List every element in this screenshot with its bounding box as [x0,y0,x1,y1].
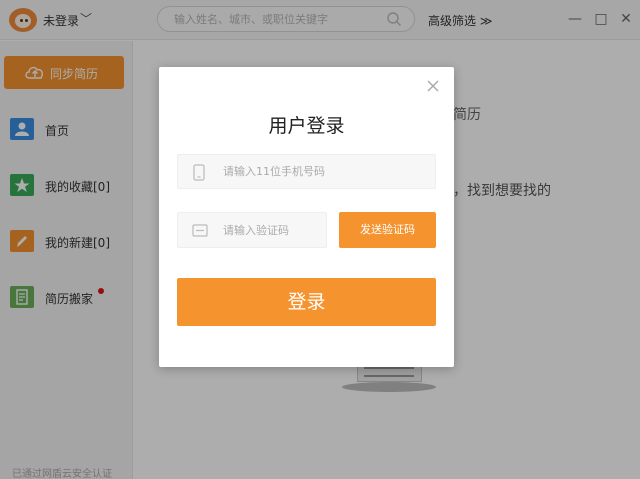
close-icon[interactable] [426,79,440,93]
message-icon [192,224,208,237]
dialog-title: 用户登录 [268,115,345,137]
phone-input[interactable] [223,155,423,188]
phone-icon [193,164,205,181]
login-button[interactable]: 登录 [177,278,436,326]
verification-code-field[interactable] [177,212,327,248]
verification-code-input[interactable] [223,213,323,247]
login-dialog: 用户登录 发送验证码 登录 [159,67,454,367]
phone-field[interactable] [177,154,436,189]
send-code-button[interactable]: 发送验证码 [339,212,436,248]
